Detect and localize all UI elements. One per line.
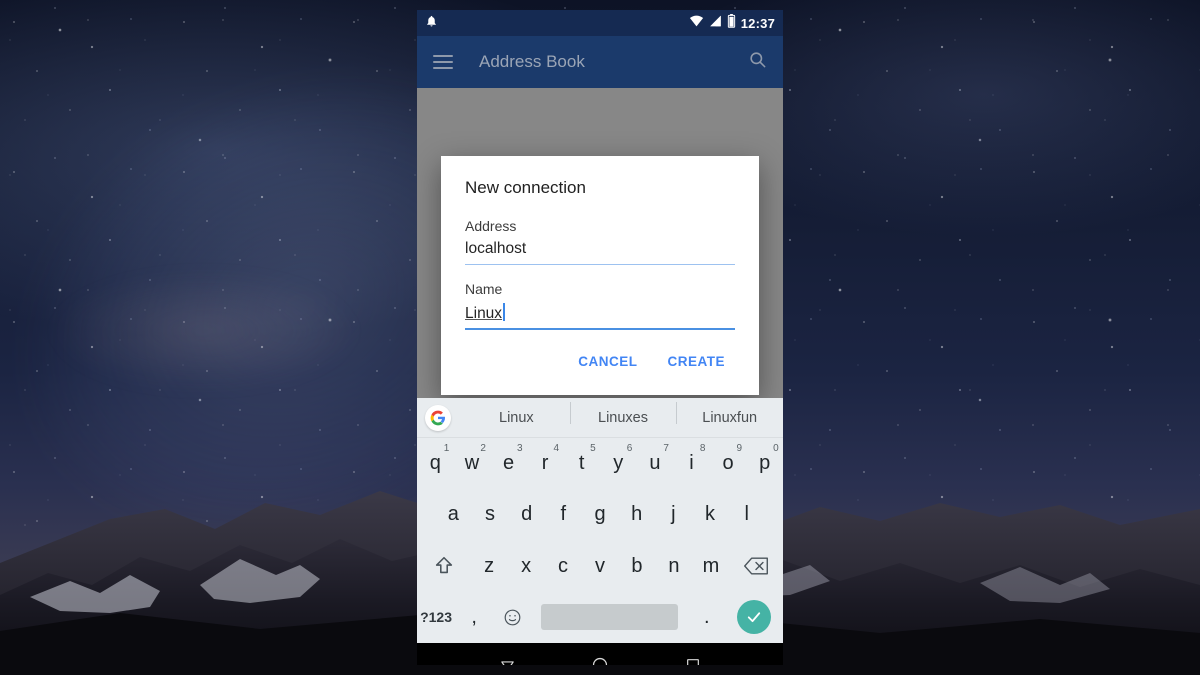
keyboard-row-1: 1q 2w 3e 4r 5t 6y 7u 8i 9o 0p <box>417 438 783 489</box>
search-icon[interactable] <box>748 50 767 74</box>
key-e-number: 3 <box>516 443 523 454</box>
key-a[interactable]: a <box>435 489 472 540</box>
key-y[interactable]: 6y <box>600 438 637 489</box>
key-o[interactable]: 9o <box>710 438 747 489</box>
key-j[interactable]: j <box>655 489 692 540</box>
create-button[interactable]: CREATE <box>657 346 735 377</box>
key-y-label: y <box>613 452 624 475</box>
key-f[interactable]: f <box>545 489 582 540</box>
address-input-underline <box>465 264 735 265</box>
key-o-number: 9 <box>736 443 743 454</box>
key-x[interactable]: x <box>508 541 545 592</box>
new-connection-dialog: New connection Address localhost Name Li… <box>441 156 759 395</box>
app-bar: Address Book <box>417 36 783 88</box>
keyboard-down-back-icon[interactable] <box>499 657 516 665</box>
address-input[interactable]: localhost <box>465 240 735 265</box>
key-g[interactable]: g <box>582 489 619 540</box>
key-p-number: 0 <box>773 443 779 454</box>
space-bar-surface <box>540 604 679 631</box>
key-s[interactable]: s <box>472 489 509 540</box>
key-e[interactable]: 3e <box>490 438 527 489</box>
wifi-icon <box>689 14 704 32</box>
key-d[interactable]: d <box>508 489 545 540</box>
shift-arrow-icon[interactable] <box>417 541 471 592</box>
status-bar-clock: 12:37 <box>740 15 775 31</box>
key-i-number: 8 <box>699 443 706 454</box>
key-i[interactable]: 8i <box>673 438 710 489</box>
name-field-group: Name Linux <box>465 281 735 330</box>
text-cursor <box>503 303 506 321</box>
backspace-icon[interactable] <box>729 541 783 592</box>
google-g-icon[interactable] <box>425 404 451 431</box>
key-p-label: p <box>759 452 771 475</box>
cell-signal-icon <box>709 14 722 32</box>
suggestion-0[interactable]: Linux <box>463 410 570 426</box>
key-w-label: w <box>464 452 480 475</box>
keyboard-row-2: a s d f g h j k l <box>417 489 783 540</box>
notification-bell-icon <box>425 14 438 33</box>
suggestion-bar: Linux Linuxes Linuxfun <box>417 398 783 438</box>
key-h[interactable]: h <box>618 489 655 540</box>
key-u-number: 7 <box>663 443 669 454</box>
key-b[interactable]: b <box>618 541 655 592</box>
home-circle-icon[interactable] <box>591 656 609 665</box>
key-m[interactable]: m <box>692 541 729 592</box>
key-t-number: 5 <box>590 443 596 454</box>
key-p[interactable]: 0p <box>746 438 783 489</box>
phone-screen: 12:37 Address Book Tap the S <box>417 10 783 665</box>
enter-key[interactable] <box>726 600 783 635</box>
key-r-label: r <box>541 452 549 475</box>
symbols-key[interactable]: ?123 <box>417 592 455 643</box>
dialog-title: New connection <box>465 178 586 197</box>
key-w-number: 2 <box>480 443 486 454</box>
key-e-label: e <box>502 452 515 475</box>
hamburger-menu-icon[interactable] <box>433 55 453 69</box>
key-z[interactable]: z <box>471 541 508 592</box>
nebula-haze <box>48 270 360 392</box>
key-k[interactable]: k <box>692 489 729 540</box>
key-i-label: i <box>689 452 694 475</box>
space-key[interactable] <box>531 604 687 631</box>
key-n[interactable]: n <box>655 541 692 592</box>
key-q-number: 1 <box>443 443 450 454</box>
status-bar: 12:37 <box>417 10 783 36</box>
key-u[interactable]: 7u <box>637 438 674 489</box>
key-q-label: q <box>429 452 441 475</box>
on-screen-keyboard: Linux Linuxes Linuxfun 1q 2w 3e 4r 5t 6y… <box>417 398 783 643</box>
key-r-number: 4 <box>553 443 560 454</box>
content-area: Tap the S ur team. New connection Addres… <box>417 88 783 398</box>
key-u-label: u <box>649 452 661 475</box>
key-v[interactable]: v <box>582 541 619 592</box>
navigation-bar <box>417 643 783 665</box>
battery-icon <box>727 13 736 33</box>
key-y-number: 6 <box>626 443 633 454</box>
key-w[interactable]: 2w <box>454 438 491 489</box>
comma-key[interactable]: , <box>455 592 493 643</box>
key-q[interactable]: 1q <box>417 438 454 489</box>
cancel-button[interactable]: CANCEL <box>568 346 647 377</box>
key-r[interactable]: 4r <box>527 438 564 489</box>
keyboard-row-3: z x c v b n m <box>417 541 783 592</box>
name-label: Name <box>465 281 503 297</box>
keyboard-row-4: ?123 , . <box>417 592 783 643</box>
address-label: Address <box>465 218 517 234</box>
name-input-underline <box>465 328 735 330</box>
dialog-actions: CANCEL CREATE <box>465 346 735 387</box>
emoji-smiley-icon[interactable] <box>493 592 531 643</box>
check-enter-icon <box>737 600 772 635</box>
name-input[interactable]: Linux <box>465 303 735 330</box>
address-field-group: Address localhost <box>465 218 735 265</box>
period-key[interactable]: . <box>688 592 726 643</box>
name-input-value: Linux <box>465 305 503 322</box>
key-t[interactable]: 5t <box>563 438 600 489</box>
address-input-value: localhost <box>465 240 527 257</box>
key-l[interactable]: l <box>728 489 765 540</box>
recents-square-icon[interactable] <box>685 657 701 665</box>
suggestion-1[interactable]: Linuxes <box>569 401 677 426</box>
key-c[interactable]: c <box>545 541 582 592</box>
key-o-label: o <box>722 452 734 475</box>
suggestion-2[interactable]: Linuxfun <box>676 401 783 426</box>
page-title: Address Book <box>479 52 585 71</box>
key-t-label: t <box>578 452 585 475</box>
